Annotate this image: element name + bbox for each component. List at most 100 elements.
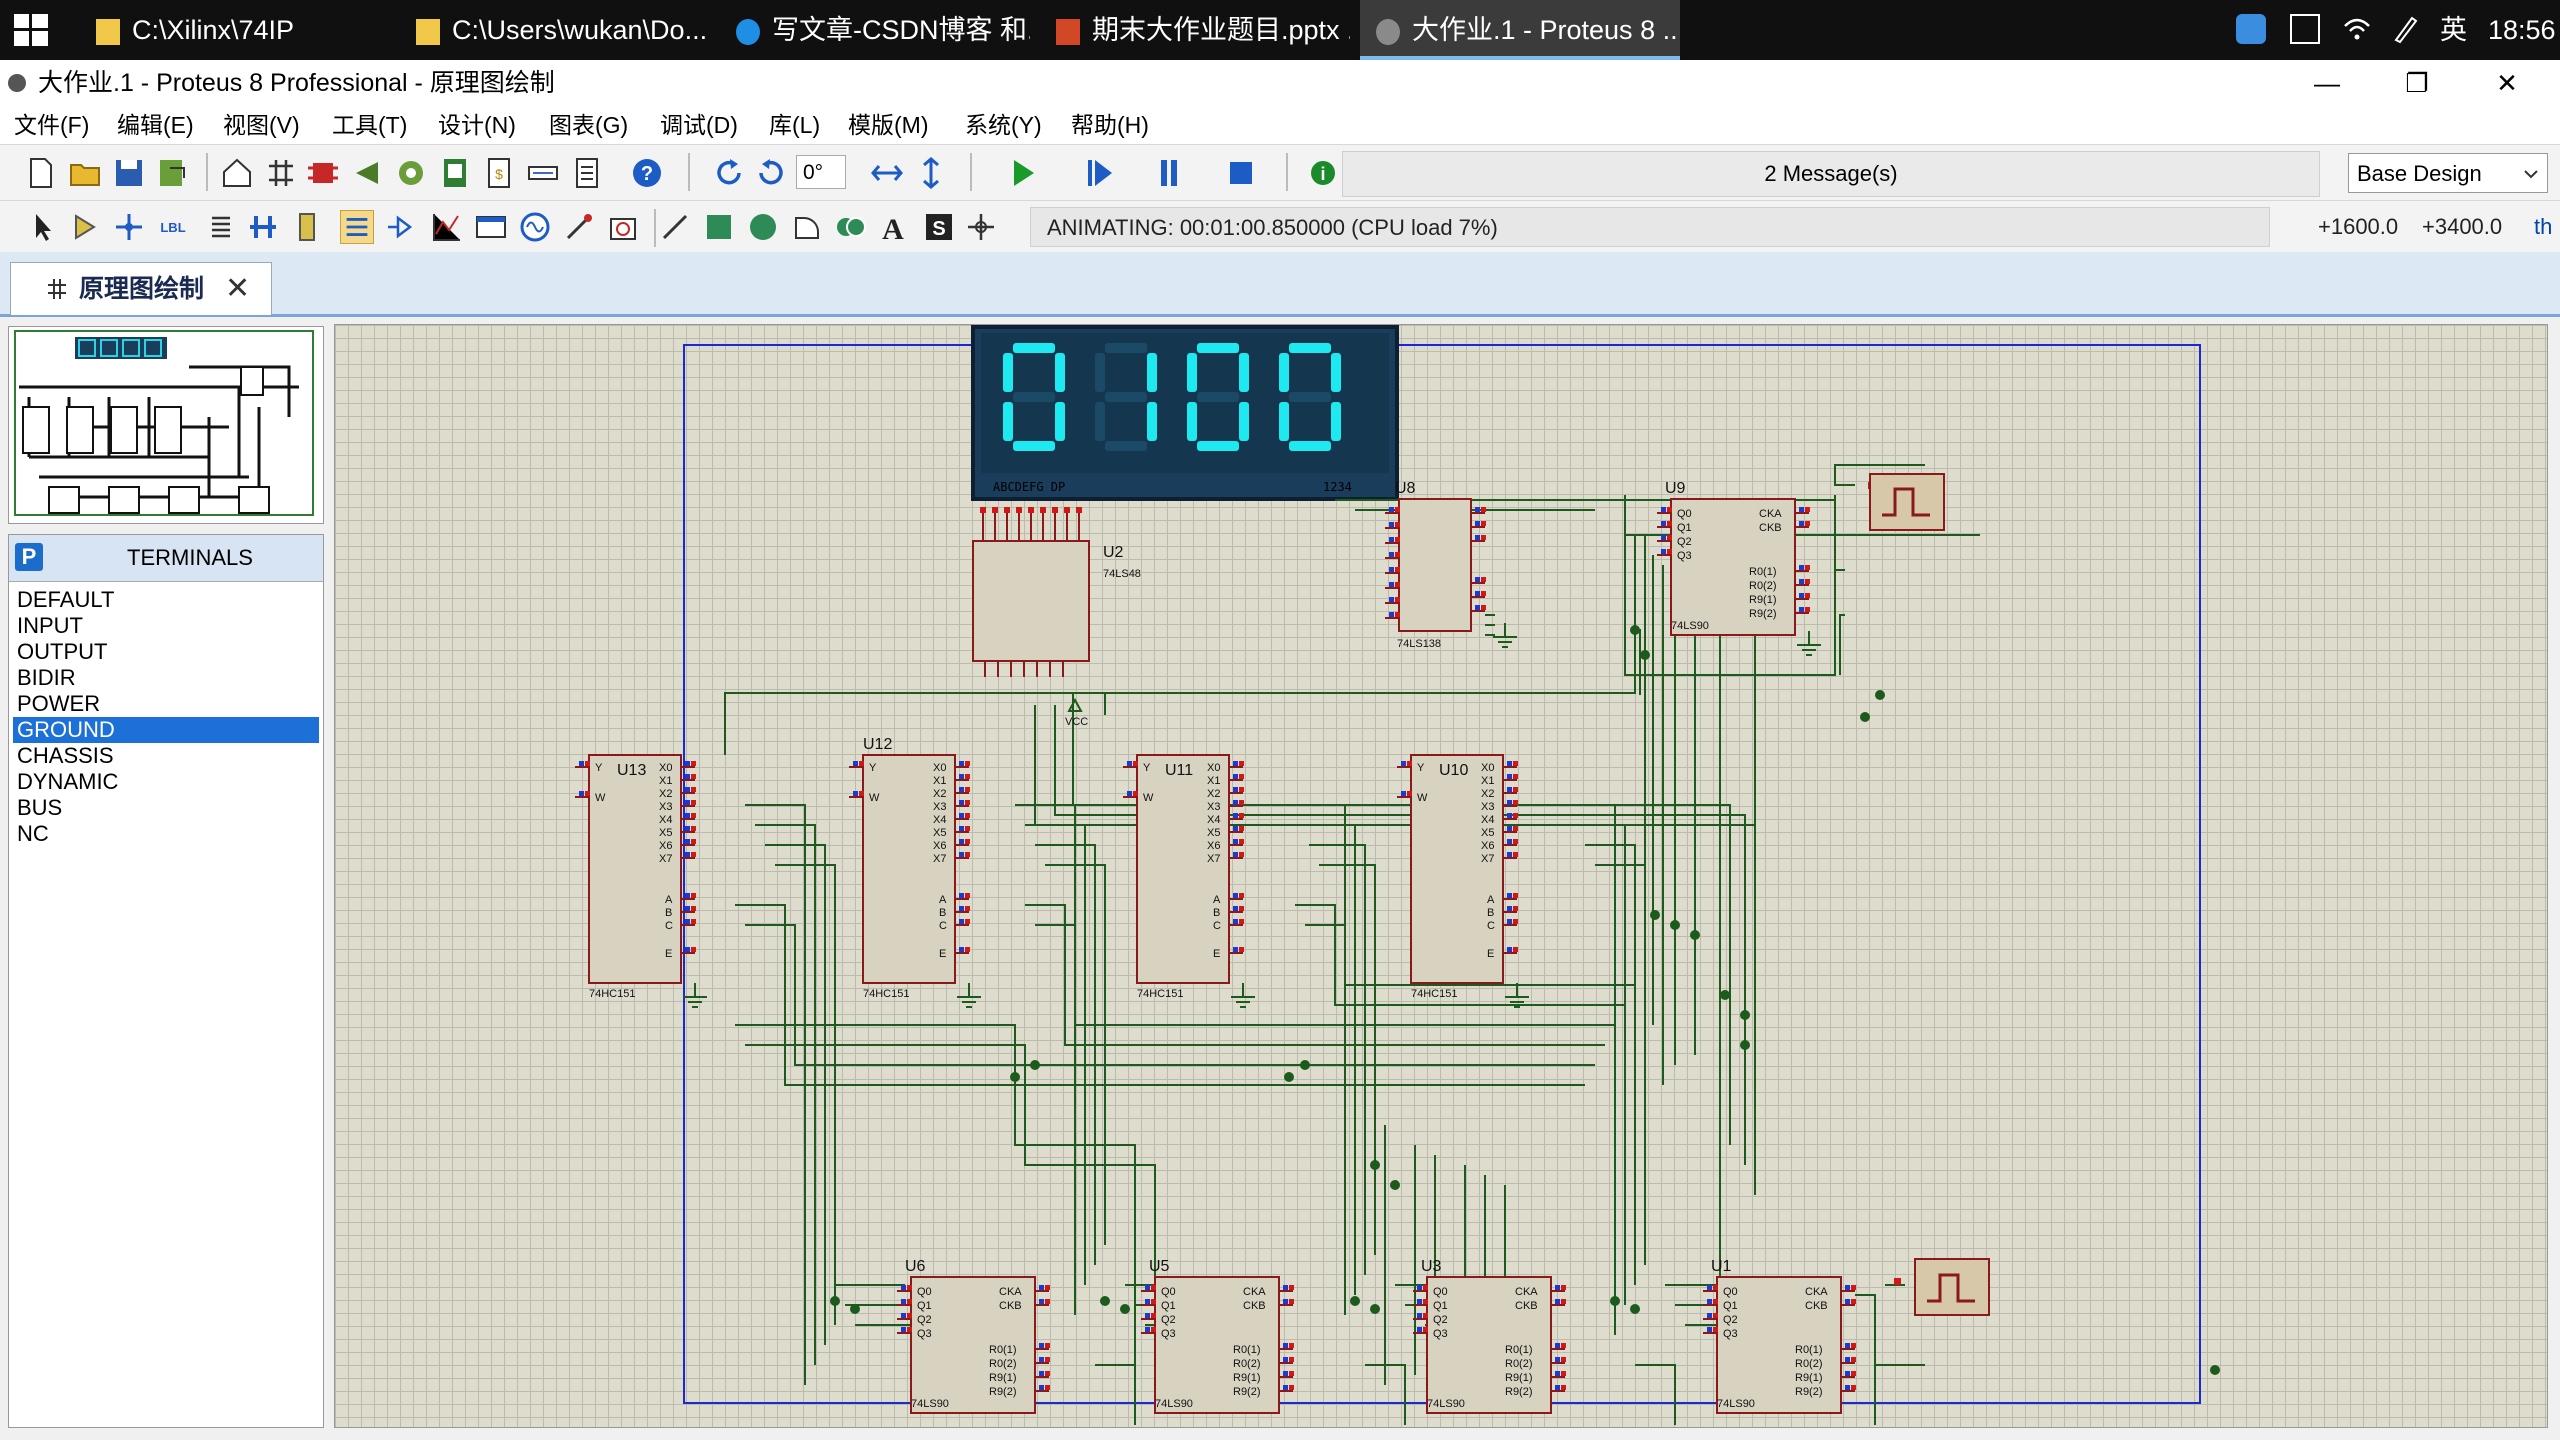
overview-window[interactable] — [8, 326, 324, 524]
rotate-anticlockwise-icon[interactable] — [754, 156, 788, 190]
menu-file[interactable]: 文件(F) — [14, 106, 89, 144]
chip-u8[interactable]: U8 74LS138 — [1385, 480, 1486, 650]
chip-u6[interactable]: U6 74LS90 Q0 Q1 Q2 Q3 CKA CKB R0(1) R0(2) R9(1) R9(… — [897, 1258, 1050, 1414]
terminal-item-bidir[interactable]: BIDIR — [13, 665, 319, 691]
terminal-item-power[interactable]: POWER — [13, 691, 319, 717]
taskbar-item-edge-csdn[interactable]: 写文章-CSDN博客 和... — [720, 0, 1030, 60]
taskbar-item-powerpoint[interactable]: 期末大作业题目.pptx ... — [1040, 0, 1350, 60]
bill-of-materials-icon[interactable]: $ — [482, 156, 516, 190]
marker-tool-icon[interactable] — [964, 210, 998, 244]
design-selector[interactable]: Base Design — [2348, 153, 2548, 193]
terminal-item-nc[interactable]: NC — [13, 821, 319, 847]
pick-terminal-button[interactable]: P — [15, 543, 43, 571]
text-tool-icon[interactable]: A — [876, 210, 910, 244]
mirror-vertical-icon[interactable] — [914, 156, 948, 190]
import-icon[interactable] — [156, 156, 190, 190]
menu-help[interactable]: 帮助(H) — [1071, 106, 1149, 144]
restore-button[interactable]: ❐ — [2372, 60, 2462, 106]
terminal-item-default[interactable]: DEFAULT — [13, 587, 319, 613]
chip-u12[interactable]: U12 74HC151 Y W X0X1X2X3X4X5X6X7 ABC E — [849, 736, 970, 1000]
notes-icon[interactable] — [570, 156, 604, 190]
terminals-mode-icon[interactable] — [340, 210, 374, 244]
pause-simulation-icon[interactable] — [1152, 156, 1186, 190]
ime-indicator[interactable]: 英 — [2440, 0, 2467, 60]
tab-close-button[interactable]: ✕ — [225, 263, 250, 315]
text-script-icon[interactable] — [204, 210, 238, 244]
taskbar-item-proteus[interactable]: 大作业.1 - Proteus 8 ... — [1360, 0, 1680, 60]
step-simulation-icon[interactable] — [1082, 156, 1116, 190]
source-code-icon[interactable] — [526, 156, 560, 190]
subcircuit-icon[interactable] — [290, 210, 324, 244]
seven-segment-display[interactable]: ABCDEFG DP 1234 — [971, 325, 1399, 501]
menu-view[interactable]: 视图(V) — [223, 106, 300, 144]
junction-dot-icon[interactable] — [112, 210, 146, 244]
path-tool-icon[interactable] — [834, 210, 868, 244]
selection-mode-icon[interactable] — [26, 210, 60, 244]
menu-template[interactable]: 模版(M) — [848, 106, 928, 144]
design-explorer-icon[interactable] — [438, 156, 472, 190]
terminal-item-bus[interactable]: BUS — [13, 795, 319, 821]
box-tool-icon[interactable] — [702, 210, 736, 244]
message-count[interactable]: 2 Message(s) — [1342, 151, 2320, 197]
menu-edit[interactable]: 编辑(E) — [117, 106, 194, 144]
menu-tools[interactable]: 工具(T) — [332, 106, 407, 144]
open-folder-icon[interactable] — [68, 156, 102, 190]
graph-mode-icon[interactable] — [430, 210, 464, 244]
close-button[interactable]: ✕ — [2462, 60, 2552, 106]
new-file-icon[interactable] — [24, 156, 58, 190]
chip-u13[interactable]: U13 74HC151 Y W X0X1X2X3X4X5X6X7 ABC E — [575, 754, 696, 1000]
coordinate-unit[interactable]: th — [2534, 207, 2552, 247]
tab-schematic-capture[interactable]: 原理图绘制 ✕ — [10, 262, 272, 315]
wifi-icon[interactable] — [2342, 14, 2372, 44]
line-tool-icon[interactable] — [658, 210, 692, 244]
voltage-probe-icon[interactable] — [562, 210, 596, 244]
chip-u9[interactable]: U9 74LS90 Q0 Q1 Q2 Q3 CKA CKB R0(1) R0(2) R9(1) R9(… — [1657, 480, 1810, 636]
rotate-clockwise-icon[interactable] — [712, 156, 746, 190]
schematic-canvas[interactable]: ABCDEFG DP 1234 U2 74LS48 U8 74LS138 U9 74LS9… — [334, 324, 2548, 1428]
minimize-button[interactable]: — — [2282, 60, 2372, 106]
menu-graph[interactable]: 图表(G) — [549, 106, 628, 144]
menu-design[interactable]: 设计(N) — [438, 106, 516, 144]
menu-system[interactable]: 系统(Y) — [965, 106, 1042, 144]
chip-u11[interactable]: U11 74HC151 Y W X0X1X2X3X4X5X6X7 ABC E — [1123, 754, 1244, 1000]
home-icon[interactable] — [220, 156, 254, 190]
terminal-item-output[interactable]: OUTPUT — [13, 639, 319, 665]
battery-icon[interactable] — [2290, 14, 2320, 44]
gerber-viewer-icon[interactable] — [350, 156, 384, 190]
pen-icon[interactable] — [2390, 14, 2420, 44]
chip-u2[interactable]: U2 74LS48 — [972, 525, 1141, 677]
pcb-layout-icon[interactable] — [306, 156, 340, 190]
run-simulation-icon[interactable] — [1006, 156, 1040, 190]
mirror-horizontal-icon[interactable] — [870, 156, 904, 190]
3d-viewer-icon[interactable] — [394, 156, 428, 190]
wire-label-icon[interactable]: LBL — [156, 210, 190, 244]
circle-tool-icon[interactable] — [746, 210, 780, 244]
component-mode-icon[interactable] — [68, 210, 102, 244]
terminal-item-input[interactable]: INPUT — [13, 613, 319, 639]
terminal-item-dynamic[interactable]: DYNAMIC — [13, 769, 319, 795]
chip-u3[interactable]: U3 74LS90 Q0 Q1 Q2 Q3 CKA CKB R0(1) R0(2) R9(1) R9(… — [1413, 1258, 1566, 1414]
device-pins-icon[interactable] — [384, 210, 418, 244]
menu-debug[interactable]: 调试(D) — [660, 106, 738, 144]
taskbar-item-xilinx-folder[interactable]: C:\Xilinx\74IP — [80, 0, 390, 60]
generator-mode-icon[interactable] — [518, 210, 552, 244]
clock-generator-u9[interactable] — [1868, 473, 1945, 531]
symbol-tool-icon[interactable]: S — [922, 210, 956, 244]
buses-icon[interactable] — [246, 210, 280, 244]
chip-u1[interactable]: U1 74LS90 Q0 Q1 Q2 Q3 CKA CKB R0(1) R0(2) R9(1) R9(… — [1703, 1258, 1856, 1414]
clock-generator-u1[interactable] — [1894, 1258, 1990, 1316]
terminal-item-chassis[interactable]: CHASSIS — [13, 743, 319, 769]
rotation-angle-input[interactable]: 0° — [796, 155, 846, 189]
clock[interactable]: 18:56 — [2488, 0, 2556, 60]
taskbar-item-users-folder[interactable]: C:\Users\wukan\Do... — [400, 0, 710, 60]
chip-u10[interactable]: U10 74HC151 Y W X0X1X2X3X4X5X6X7 ABC E — [1397, 754, 1518, 1000]
app-tray-icon[interactable] — [2236, 14, 2266, 44]
schematic-capture-icon[interactable] — [264, 156, 298, 190]
menu-library[interactable]: 库(L) — [769, 106, 820, 144]
tape-recorder-icon[interactable] — [474, 210, 508, 244]
terminal-item-ground[interactable]: GROUND — [13, 717, 319, 743]
help-icon[interactable]: ? — [630, 156, 664, 190]
info-icon[interactable]: i — [1306, 156, 1340, 190]
chip-u5[interactable]: U5 74LS90 Q0 Q1 Q2 Q3 CKA CKB R0(1) R0(2) R9(1) R9(… — [1141, 1258, 1294, 1414]
stop-simulation-icon[interactable] — [1224, 156, 1258, 190]
